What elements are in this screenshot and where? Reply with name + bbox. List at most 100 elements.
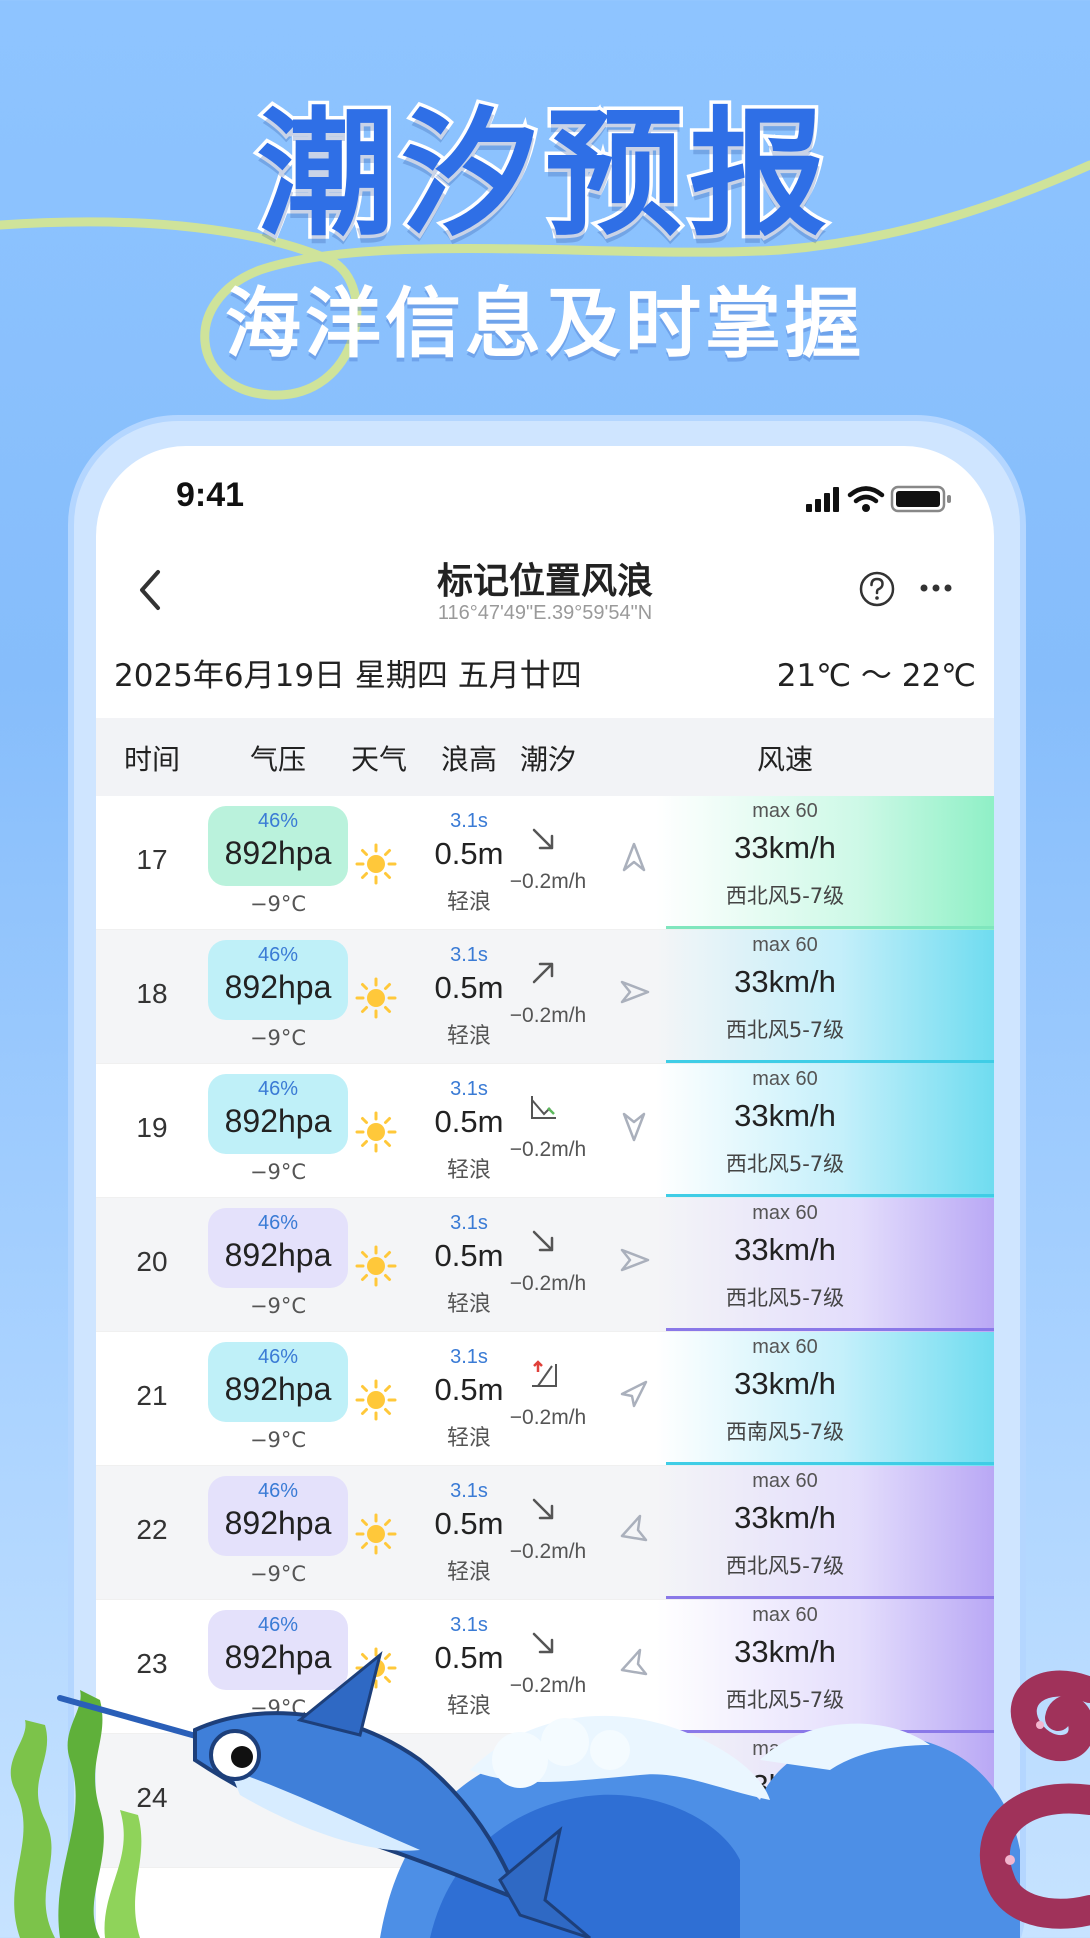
humidity-value: 46% bbox=[257, 1212, 299, 1234]
row-time: 23 bbox=[136, 1648, 168, 1679]
table-header: 时间 气压 天气 浪高 潮汐 风速 bbox=[96, 718, 994, 796]
arrow-down-right-icon bbox=[526, 1626, 560, 1660]
wave-period: 3.1s bbox=[450, 1346, 488, 1368]
wind-speed: 33km/h bbox=[734, 964, 836, 999]
status-time: 9:41 bbox=[176, 476, 245, 514]
sun-icon bbox=[354, 1646, 398, 1690]
pressure-value: 892hpa bbox=[224, 1237, 332, 1273]
arrow-up-right-icon bbox=[526, 956, 560, 990]
pressure-badge: 46% 892hpa bbox=[208, 1208, 348, 1288]
wind-level-bar bbox=[666, 1194, 994, 1197]
wind-max: max 60 bbox=[752, 934, 818, 956]
humidity-value: 46% bbox=[257, 810, 299, 832]
arrow-down-right-icon bbox=[526, 1224, 560, 1258]
date-row: 2025年6月19日 星期四 五月廿四 21℃ ～ 22℃ bbox=[114, 646, 976, 696]
arrow-down-right-icon bbox=[526, 1492, 560, 1526]
table-row[interactable]: 20 46% 892hpa −9°C 3.1s 0.5m 轻浪 −0.2m/h max 60 33… bbox=[96, 1198, 994, 1332]
temperature-value: −9°C bbox=[249, 1696, 307, 1720]
wind-speed: 33km/h bbox=[734, 1098, 836, 1133]
wind-speed: 33km/h bbox=[734, 1768, 836, 1803]
table-row[interactable]: 24 max 60 33km/h 西北风 bbox=[96, 1734, 994, 1868]
table-row[interactable]: 22 46% 892hpa −9°C 3.1s 0.5m 轻浪 −0.2m/h max 60 33… bbox=[96, 1466, 994, 1600]
arrow-down-right-icon bbox=[526, 822, 560, 856]
tide-rate: −0.2m/h bbox=[509, 1406, 587, 1429]
wave-height: 0.5m bbox=[434, 1238, 504, 1273]
wind-direction-icon bbox=[614, 1642, 654, 1682]
wind-max: max 60 bbox=[752, 1738, 818, 1760]
temperature-range: 21℃ ～ 22℃ bbox=[776, 658, 976, 694]
wave-period: 3.1s bbox=[450, 1078, 488, 1100]
pressure-badge: 46% 892hpa bbox=[208, 1342, 348, 1422]
wind-max: max 60 bbox=[752, 1470, 818, 1492]
sun-icon bbox=[354, 1110, 398, 1154]
wave-height: 0.5m bbox=[434, 1372, 504, 1407]
table-body: 17 46% 892hpa −9°C 3.1s 0.5m 轻浪 −0.2m/h max 60 33… bbox=[96, 796, 994, 1868]
table-row[interactable]: 23 46% 892hpa −9°C 3.1s 0.5m 轻浪 −0.2m/h max 60 33… bbox=[96, 1600, 994, 1734]
tide-rate: −0.2m/h bbox=[509, 1004, 587, 1027]
status-icons bbox=[806, 484, 956, 514]
temperature-value: −9°C bbox=[249, 892, 307, 916]
header-weather: 天气 bbox=[350, 743, 407, 776]
sun-icon bbox=[354, 976, 398, 1020]
pressure-value: 892hpa bbox=[224, 1371, 332, 1407]
row-time: 21 bbox=[136, 1380, 168, 1411]
wind-level-bar bbox=[666, 1596, 994, 1599]
header-time: 时间 bbox=[123, 743, 180, 776]
sun-icon bbox=[354, 1244, 398, 1288]
row-time: 17 bbox=[136, 844, 168, 875]
wind-direction-icon bbox=[614, 1240, 654, 1280]
wind-level-bar bbox=[666, 1730, 994, 1733]
table-row[interactable]: 17 46% 892hpa −9°C 3.1s 0.5m 轻浪 −0.2m/h max 60 33… bbox=[96, 796, 994, 930]
sun-icon bbox=[354, 1512, 398, 1556]
wind-level: 西南风5-7级 bbox=[725, 1420, 845, 1444]
pressure-value: 892hpa bbox=[224, 1505, 332, 1541]
tide-high-icon bbox=[526, 1358, 560, 1392]
humidity-value: 46% bbox=[257, 1614, 299, 1636]
tide-rate: −0.2m/h bbox=[509, 1540, 587, 1563]
pressure-badge: 46% 892hpa bbox=[208, 1610, 348, 1690]
table-row[interactable]: 18 46% 892hpa −9°C 3.1s 0.5m 轻浪 −0.2m/h max 60 33… bbox=[96, 930, 994, 1064]
tide-rate: −0.2m/h bbox=[509, 1674, 587, 1697]
forecast-table: 时间 气压 天气 浪高 潮汐 风速 17 46% 892hpa −9°C 3.1s 0.5… bbox=[96, 718, 994, 1868]
wind-level-bar bbox=[666, 1864, 994, 1867]
sun-icon bbox=[354, 1780, 398, 1824]
wind-level: 西北风5-7级 bbox=[725, 1688, 845, 1712]
temperature-value: −9°C bbox=[249, 1562, 307, 1586]
wind-level: 西北风5-7级 bbox=[725, 1286, 845, 1310]
promo-headline: 潮汐预报 bbox=[253, 91, 833, 259]
row-time: 20 bbox=[136, 1246, 168, 1277]
wind-max: max 60 bbox=[752, 1604, 818, 1626]
wave-height: 0.5m bbox=[434, 970, 504, 1005]
battery-icon bbox=[890, 485, 951, 513]
wind-direction-icon bbox=[614, 1508, 654, 1548]
sun-icon bbox=[354, 1378, 398, 1422]
wind-max: max 60 bbox=[752, 1336, 818, 1358]
temperature-value: −9°C bbox=[249, 1294, 307, 1318]
wind-speed: 33km/h bbox=[734, 1366, 836, 1401]
table-row[interactable]: 19 46% 892hpa −9°C 3.1s 0.5m 轻浪 −0.2m/h max 60 33… bbox=[96, 1064, 994, 1198]
wave-period: 3.1s bbox=[450, 944, 488, 966]
row-time: 24 bbox=[136, 1782, 168, 1813]
pressure-badge: 46% 892hpa bbox=[208, 940, 348, 1020]
wind-speed: 33km/h bbox=[734, 1500, 836, 1535]
wind-level: 西北风5-7级 bbox=[725, 1152, 845, 1176]
nav-bar: 标记位置风浪 116°47'49"E.39°59'54"N bbox=[96, 546, 994, 626]
wind-max: max 60 bbox=[752, 800, 818, 822]
table-row[interactable]: 21 46% 892hpa −9°C 3.1s 0.5m 轻浪 −0.2m/h max 60 33… bbox=[96, 1332, 994, 1466]
wind-level: 西北风5-7级 bbox=[725, 1018, 845, 1042]
wind-direction-icon bbox=[614, 838, 654, 878]
promo-subline: 海洋信息及时掌握 bbox=[225, 279, 865, 368]
pressure-value: 892hpa bbox=[224, 1639, 332, 1675]
more-icon[interactable] bbox=[916, 576, 956, 600]
pressure-badge: 46% 892hpa bbox=[208, 806, 348, 886]
tide-rate: −0.2m/h bbox=[509, 1138, 587, 1161]
help-icon[interactable] bbox=[858, 570, 896, 608]
row-time: 22 bbox=[136, 1514, 168, 1545]
wind-direction-icon bbox=[614, 972, 654, 1012]
tide-rate: −0.2m/h bbox=[509, 1272, 587, 1295]
temperature-value: −9°C bbox=[249, 1428, 307, 1452]
wind-direction-icon bbox=[614, 1106, 654, 1146]
wave-period: 3.1s bbox=[450, 1480, 488, 1502]
wave-height: 0.5m bbox=[434, 836, 504, 871]
pressure-badge: 46% 892hpa bbox=[208, 1074, 348, 1154]
